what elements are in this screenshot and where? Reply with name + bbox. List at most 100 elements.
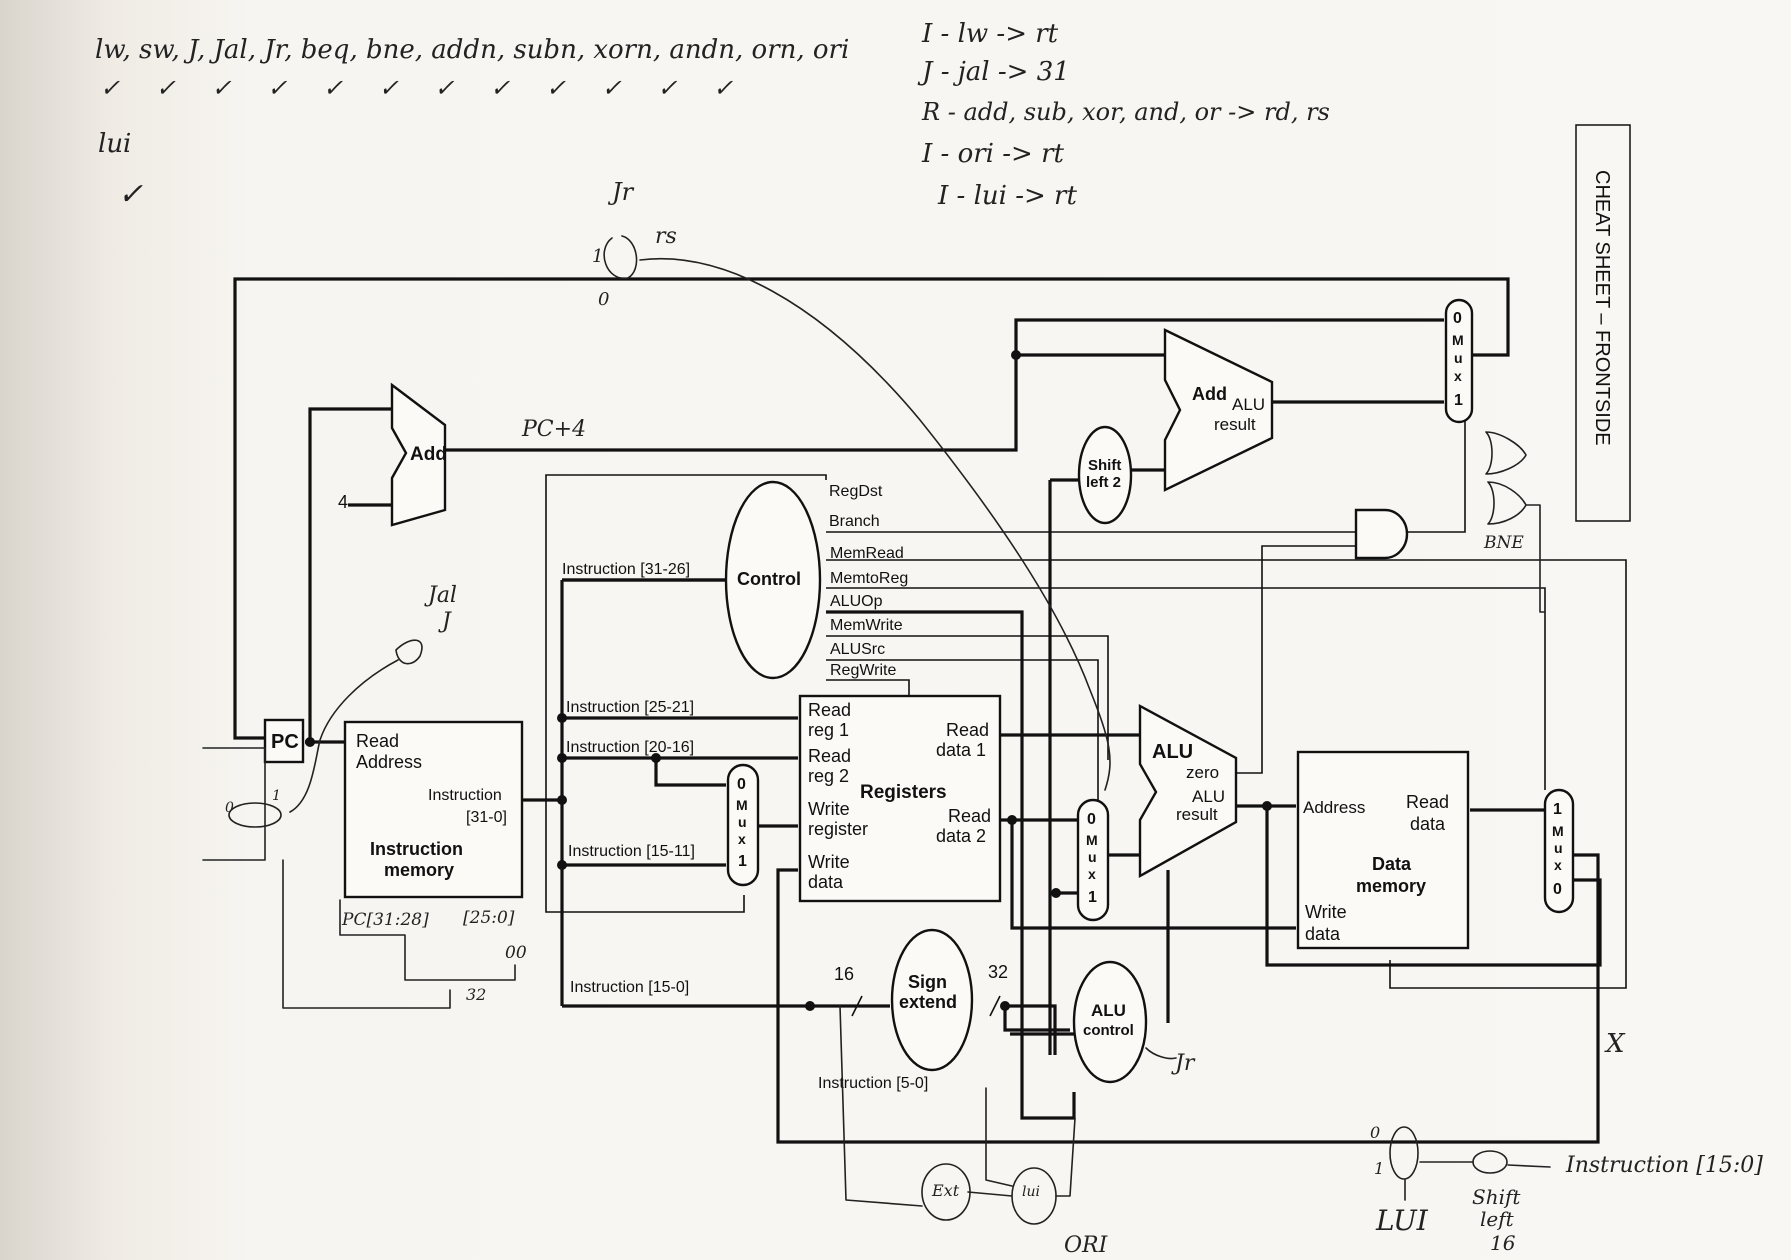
shift-left16-a: Shift <box>1472 1185 1521 1209</box>
alu-zero-label: zero <box>1186 763 1219 782</box>
alu-control-b: control <box>1083 1022 1134 1039</box>
jr-annotation: Jr <box>607 178 635 206</box>
j-annotation: J <box>438 609 452 634</box>
imem-title-2: memory <box>384 860 454 880</box>
rule-lui: I - lui -> rt <box>937 181 1077 211</box>
junction-dot <box>1000 1001 1010 1011</box>
bits-32-label: 32 <box>988 962 1008 982</box>
mux-label: 0 <box>1453 310 1462 327</box>
const-four: 4 <box>338 492 348 512</box>
field-15-0: Instruction [15-0] <box>570 979 689 996</box>
dmem-address-label: Address <box>1303 798 1365 817</box>
read-reg2-b: reg 2 <box>808 766 849 786</box>
alu-src-mux: 0 M u x 1 <box>1076 798 1110 922</box>
shift-left-2: Shift left 2 <box>1077 425 1133 525</box>
junction-dot <box>1011 350 1021 360</box>
pc-label: PC <box>271 731 299 753</box>
x-mark: X <box>1604 1029 1626 1059</box>
jr-alu-annotation: Jr <box>1171 1051 1196 1076</box>
branch-adder-add: Add <box>1192 384 1227 404</box>
read-data1-b: data 1 <box>936 740 986 760</box>
mux-label: u <box>1454 350 1463 366</box>
dmem-title-1: Data <box>1372 854 1412 874</box>
instr-15-0-annotation: Instruction [15:0] <box>1565 1153 1763 1178</box>
mux-label: M <box>1086 832 1098 848</box>
rule-ori: I - ori -> rt <box>921 139 1065 169</box>
zero-zero-label: 00 <box>505 943 527 963</box>
imem-instruction-label: Instruction <box>428 787 502 804</box>
field-5-0: Instruction [5-0] <box>818 1075 928 1092</box>
field-15-11: Instruction [15-11] <box>568 843 695 860</box>
mux-label: 0 <box>737 776 746 793</box>
mux-label: x <box>738 831 746 847</box>
read-data1-a: Read <box>946 720 989 740</box>
signal-alusrc: ALUSrc <box>830 641 885 658</box>
pc-mux-one: 1 <box>272 788 281 804</box>
branch-adder-result: result <box>1214 415 1256 434</box>
cheat-sheet-label: CHEAT SHEET – FRONTSIDE <box>1575 124 1631 522</box>
junction-dot <box>557 795 567 805</box>
read-reg2-a: Read <box>808 746 851 766</box>
write-reg-a: Write <box>808 799 850 819</box>
instruction-list-note: lw, sw, J, Jal, Jr, beq, bne, addn, subn… <box>95 35 849 65</box>
reg-dst-mux: 0 M u x 1 <box>726 763 760 887</box>
shift-left2-b: left 2 <box>1086 474 1121 491</box>
mux-label: 1 <box>738 853 747 870</box>
ori-label: ORI <box>1064 1233 1109 1258</box>
mux-label: 1 <box>1454 392 1463 409</box>
junction-dot <box>1051 888 1061 898</box>
sign-extend: Sign extend 16 32 <box>834 928 1008 1072</box>
branch-adder-alu: ALU <box>1232 395 1265 414</box>
mux-label: x <box>1088 866 1096 882</box>
junction-dot <box>1007 815 1017 825</box>
junction-dot <box>1262 801 1272 811</box>
write-data-a: Write <box>808 852 850 872</box>
shift-left16-c: 16 <box>1490 1231 1516 1255</box>
imem-bits-label: [31-0] <box>466 809 507 826</box>
alu-result-a: ALU <box>1192 787 1225 806</box>
lui-mux-one: 1 <box>1374 1159 1384 1178</box>
signal-memtoreg: MemtoReg <box>830 570 908 587</box>
register-file: Read reg 1 Read reg 2 Write register Wri… <box>798 694 1002 903</box>
lui-note: lui <box>98 129 131 159</box>
signal-aluop: ALUOp <box>830 593 883 610</box>
dmem-write-b: data <box>1305 924 1341 944</box>
rule-jal: J - jal -> 31 <box>917 57 1070 87</box>
jal-annotation: Jal <box>424 583 457 608</box>
instruction-memory: Read Address Instruction [31-0] Instruct… <box>343 720 524 899</box>
pc-source-mux: 0 M u x 1 <box>1444 298 1474 424</box>
read-reg1-a: Read <box>808 700 851 720</box>
datapath-diagram: lw, sw, J, Jal, Jr, beq, bne, addn, subn… <box>95 19 1763 1258</box>
signal-branch: Branch <box>829 513 880 530</box>
sign-extend-b: extend <box>899 992 957 1012</box>
junction-dot <box>557 860 567 870</box>
ext-mux-label: Ext <box>931 1181 960 1200</box>
read-reg1-b: reg 1 <box>808 720 849 740</box>
dmem-write-a: Write <box>1305 902 1347 922</box>
imem-title-1: Instruction <box>370 839 463 859</box>
mux-label: M <box>736 797 748 813</box>
bits-25-0-label: [25:0] <box>463 908 515 928</box>
lui-mux-zero: 0 <box>1370 1123 1380 1142</box>
read-data2-b: data 2 <box>936 826 986 846</box>
jr-mux-zero: 0 <box>598 289 609 310</box>
control-signals: RegDst Branch MemRead MemtoReg ALUOp Mem… <box>829 483 908 679</box>
signal-memwrite: MemWrite <box>830 617 903 634</box>
alu-label: ALU <box>1152 741 1193 763</box>
mux-label: 0 <box>1087 811 1096 828</box>
handwritten-notes: lw, sw, J, Jal, Jr, beq, bne, addn, subn… <box>95 19 1330 212</box>
field-20-16: Instruction [20-16] <box>566 739 694 756</box>
instruction-checkmarks: ✓ ✓ ✓ ✓ ✓ ✓ ✓ ✓ ✓ ✓ ✓ ✓ <box>100 74 747 102</box>
branch-and-gate <box>1354 508 1409 560</box>
control-unit: Control <box>724 480 822 680</box>
n32-label: 32 <box>466 985 486 1004</box>
field-25-21: Instruction [25-21] <box>566 699 694 716</box>
registers-title: Registers <box>860 782 947 803</box>
alu-control-a: ALU <box>1091 1001 1126 1020</box>
mux-label: x <box>1454 368 1462 384</box>
mux-label: x <box>1554 857 1562 873</box>
jr-mux-one: 1 <box>592 246 603 267</box>
mux-label: 1 <box>1553 801 1562 818</box>
mux-label: u <box>1088 849 1097 865</box>
dmem-read-b: data <box>1410 814 1446 834</box>
